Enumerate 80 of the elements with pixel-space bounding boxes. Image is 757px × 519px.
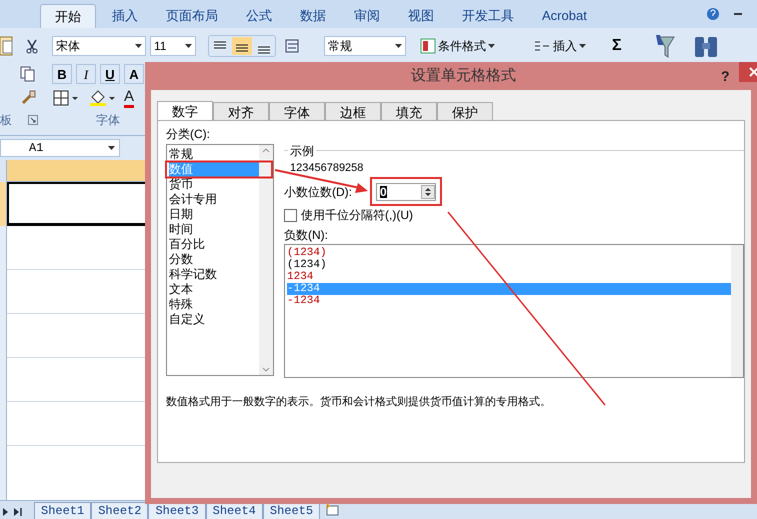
decimal-places-spinner[interactable]: 0 bbox=[376, 183, 436, 201]
dialog-launcher-icon[interactable] bbox=[28, 115, 38, 125]
caret-icon bbox=[395, 44, 402, 48]
category-item[interactable]: 百分比 bbox=[169, 237, 259, 252]
help-icon[interactable] bbox=[706, 7, 720, 21]
category-list[interactable]: 常规 数值 货币 会计专用 日期 时间 百分比 分数 科学记数 文本 特殊 自定义 bbox=[166, 144, 274, 376]
italic-button[interactable]: I bbox=[76, 64, 96, 84]
sheet-tab[interactable]: Sheet2 bbox=[91, 502, 148, 519]
ribbon-tab[interactable]: 数据 bbox=[288, 4, 338, 28]
ribbon-tab[interactable]: Acrobat bbox=[530, 4, 599, 28]
dialog-tab[interactable]: 字体 bbox=[269, 102, 325, 120]
copy-icon[interactable] bbox=[20, 66, 36, 82]
close-icon bbox=[749, 67, 757, 77]
group-label: 字体 bbox=[96, 112, 120, 129]
scissors-icon[interactable] bbox=[24, 38, 40, 54]
font-color-button[interactable]: A bbox=[124, 88, 134, 108]
font-size-combobox[interactable]: 11 bbox=[150, 36, 196, 56]
thousands-checkbox[interactable] bbox=[284, 208, 297, 222]
close-button[interactable] bbox=[739, 62, 757, 82]
conditional-format-button[interactable]: 条件格式 bbox=[420, 37, 495, 55]
category-item[interactable]: 日期 bbox=[169, 207, 259, 222]
dialog-tab[interactable]: 保护 bbox=[437, 102, 493, 120]
scroll-bar[interactable] bbox=[731, 245, 743, 377]
category-item[interactable]: 货币 bbox=[169, 177, 259, 192]
caret-icon bbox=[135, 44, 142, 48]
bold-button[interactable]: B bbox=[52, 64, 72, 84]
ribbon-tab[interactable]: 公式 bbox=[234, 4, 284, 28]
negative-format-item[interactable]: -1234 bbox=[287, 295, 731, 307]
category-item[interactable]: 特殊 bbox=[169, 297, 259, 312]
category-item[interactable]: 常规 bbox=[169, 147, 259, 162]
insert-sheet-icon[interactable] bbox=[324, 503, 340, 517]
format-painter-icon[interactable] bbox=[20, 90, 36, 106]
fill-color-icon[interactable] bbox=[88, 89, 118, 107]
paste-icon[interactable] bbox=[0, 35, 14, 57]
autosum-button[interactable]: Σ bbox=[612, 34, 622, 58]
caret-icon bbox=[579, 44, 586, 48]
category-item[interactable]: 科学记数 bbox=[169, 267, 259, 282]
border-icon[interactable] bbox=[52, 89, 80, 107]
sheet-tab[interactable]: Sheet1 bbox=[34, 502, 92, 519]
dialog-tab[interactable]: 填充 bbox=[381, 102, 437, 120]
insert-cells-icon bbox=[533, 39, 551, 53]
description-text: 数值格式用于一般数字的表示。货币和会计格式则提供货币值计算的专用格式。 bbox=[166, 394, 552, 410]
font-size-button[interactable]: A bbox=[124, 64, 144, 84]
name-box[interactable]: A1 bbox=[0, 139, 120, 157]
category-item[interactable]: 分数 bbox=[169, 252, 259, 267]
sample-value: 123456789258 bbox=[290, 161, 364, 176]
negative-number-list[interactable]: (1234) (1234) 1234 -1234 -1234 bbox=[284, 244, 744, 378]
help-button[interactable]: ? bbox=[721, 66, 730, 86]
ribbon-tab[interactable]: 页面布局 bbox=[154, 4, 230, 28]
negative-format-item[interactable]: 1234 bbox=[287, 271, 731, 283]
conditional-format-icon bbox=[420, 38, 436, 54]
category-item[interactable]: 文本 bbox=[169, 282, 259, 297]
caret-icon bbox=[108, 146, 115, 150]
category-item[interactable]: 会计专用 bbox=[169, 192, 259, 207]
group-label: 板 bbox=[0, 112, 12, 129]
negative-format-item[interactable]: (1234) bbox=[287, 259, 731, 271]
number-format-combobox[interactable]: 常规 bbox=[324, 36, 406, 56]
dialog-tab[interactable]: 对齐 bbox=[213, 102, 269, 120]
font-name-combobox[interactable]: 宋体 bbox=[52, 36, 146, 56]
category-label: 分类(C): bbox=[166, 126, 211, 143]
decimal-places-label: 小数位数(D): bbox=[284, 184, 352, 201]
category-item[interactable]: 自定义 bbox=[169, 312, 259, 327]
negative-format-item[interactable]: (1234) bbox=[287, 247, 731, 259]
category-item[interactable]: 时间 bbox=[169, 222, 259, 237]
dialog-title: 设置单元格格式 bbox=[411, 66, 516, 86]
highlight-box bbox=[370, 177, 442, 206]
ribbon-tab[interactable]: 开始 bbox=[40, 4, 96, 28]
insert-button[interactable]: 插入 bbox=[533, 37, 586, 55]
ribbon-tab[interactable]: 开发工具 bbox=[450, 4, 526, 28]
underline-button[interactable]: U bbox=[100, 64, 120, 84]
ribbon-tab[interactable]: 插入 bbox=[100, 4, 150, 28]
dialog-tab[interactable]: 数字 bbox=[157, 101, 213, 121]
thousands-label: 使用千位分隔符(,)(U) bbox=[301, 207, 413, 224]
align-center-icon[interactable] bbox=[232, 37, 252, 55]
caret-icon bbox=[488, 44, 495, 48]
caret-icon bbox=[185, 44, 192, 48]
ribbon-tab[interactable]: 审阅 bbox=[342, 4, 392, 28]
dialog-tab[interactable]: 边框 bbox=[325, 102, 381, 120]
negative-label: 负数(N): bbox=[284, 227, 329, 244]
ribbon-tab[interactable]: 视图 bbox=[396, 4, 446, 28]
